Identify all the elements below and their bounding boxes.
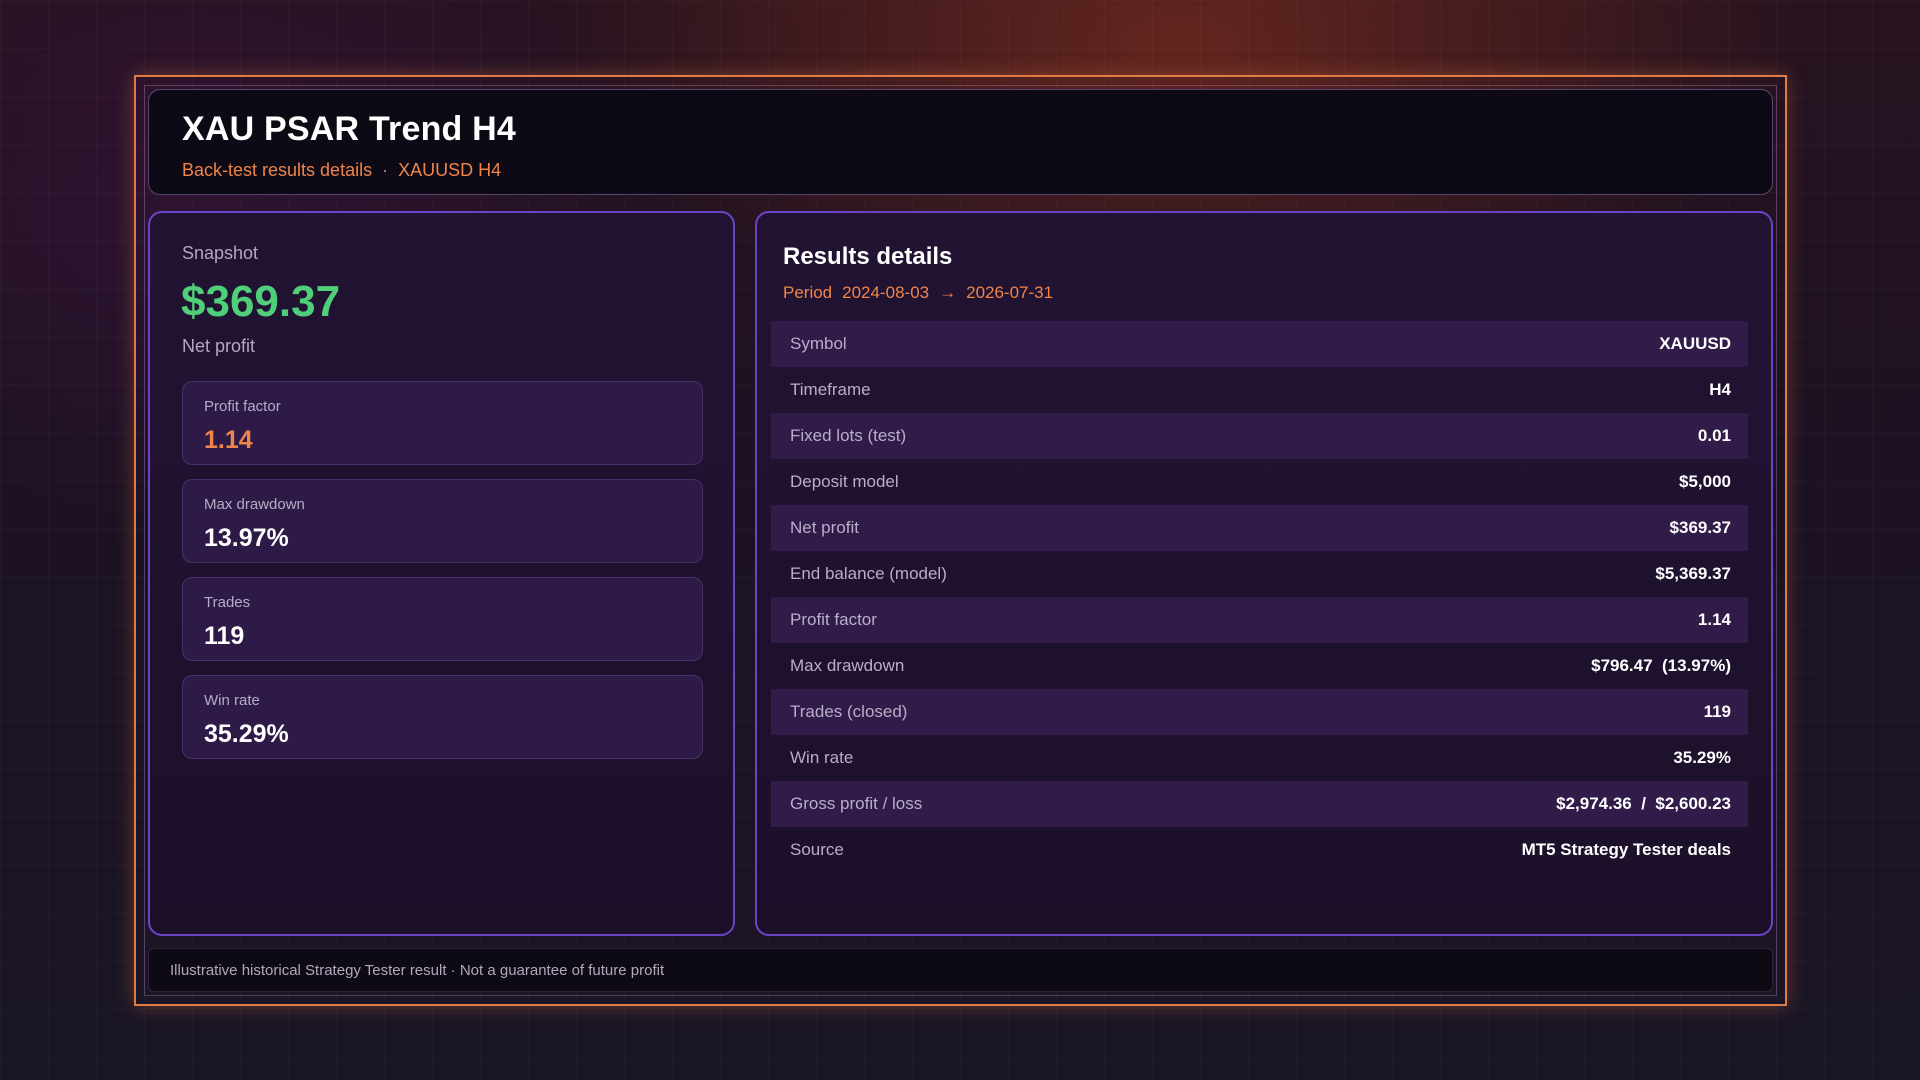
subtitle-separator: · <box>382 160 389 180</box>
table-row: Net profit $369.37 <box>771 505 1748 551</box>
period-start: 2024-08-03 <box>842 283 930 302</box>
table-row: Profit factor 1.14 <box>771 597 1748 643</box>
metric-label: Trades <box>204 594 251 611</box>
row-key: Trades (closed) <box>790 702 908 721</box>
table-row: Symbol XAUUSD <box>771 321 1748 367</box>
row-value: $2,974.36 / $2,600.23 <box>1556 794 1731 813</box>
metric-label: Win rate <box>204 692 260 709</box>
row-key: Gross profit / loss <box>790 794 923 813</box>
metric-card-trades: Trades 119 <box>182 577 703 661</box>
subtitle-symbol: XAUUSD H4 <box>398 160 502 180</box>
row-value: MT5 Strategy Tester deals <box>1521 840 1731 859</box>
period-label: Period <box>783 283 833 302</box>
row-value: 1.14 <box>1697 610 1731 629</box>
row-key: Fixed lots (test) <box>790 426 907 445</box>
period-range: Period 2024-08-03 → 2026-07-31 <box>783 283 1063 303</box>
row-value: $5,369.37 <box>1655 564 1731 583</box>
table-row: Trades (closed) 119 <box>771 689 1748 735</box>
results-panel: Results details Period 2024-08-03 → 2026-07… <box>755 211 1773 936</box>
period-end: 2026-07-31 <box>966 283 1054 302</box>
row-key: Source <box>790 840 844 859</box>
table-row: Source MT5 Strategy Tester deals <box>771 827 1748 873</box>
subtitle-description: Back-test results details <box>182 160 373 180</box>
table-row: End balance (model) $5,369.37 <box>771 551 1748 597</box>
metric-value: 35.29% <box>204 720 289 748</box>
row-value: 35.29% <box>1673 748 1731 767</box>
metric-value: 119 <box>204 622 245 650</box>
arrow-right-icon: → <box>939 283 957 302</box>
metric-card-profit-factor: Profit factor 1.14 <box>182 381 703 465</box>
row-value: $5,000 <box>1679 472 1731 491</box>
row-value: XAUUSD <box>1659 334 1731 353</box>
metric-card-max-drawdown: Max drawdown 13.97% <box>182 479 703 563</box>
metric-label: Max drawdown <box>204 496 305 513</box>
table-row: Fixed lots (test) 0.01 <box>771 413 1748 459</box>
row-key: Timeframe <box>790 380 871 399</box>
row-key: Win rate <box>790 748 854 767</box>
metric-card-win-rate: Win rate 35.29% <box>182 675 703 759</box>
disclaimer-bar: Illustrative historical Strategy Tester … <box>148 948 1773 992</box>
table-row: Deposit model $5,000 <box>771 459 1748 505</box>
row-key: Profit factor <box>790 610 877 629</box>
results-table: Symbol XAUUSD Timeframe H4 Fixed lots (tes… <box>771 321 1748 873</box>
metric-label: Profit factor <box>204 398 281 415</box>
table-row: Max drawdown $796.47 (13.97%) <box>771 643 1748 689</box>
page-title: XAU PSAR Trend H4 <box>182 110 517 148</box>
row-value: $369.37 <box>1669 518 1731 537</box>
row-value: 119 <box>1703 702 1731 721</box>
header-card: XAU PSAR Trend H4 Back-test results deta… <box>148 89 1773 195</box>
row-key: Max drawdown <box>790 656 905 675</box>
row-key: Deposit model <box>790 472 899 491</box>
snapshot-label: Snapshot <box>182 243 259 263</box>
net-profit-caption: Net profit <box>182 336 256 356</box>
row-key: Net profit <box>790 518 859 537</box>
disclaimer-text: Illustrative historical Strategy Tester … <box>170 962 665 979</box>
row-value: $796.47 (13.97%) <box>1591 656 1731 675</box>
row-key: Symbol <box>790 334 847 353</box>
row-key: End balance (model) <box>790 564 947 583</box>
row-value: H4 <box>1709 380 1731 399</box>
table-row: Gross profit / loss $2,974.36 / $2,600.23 <box>771 781 1748 827</box>
snapshot-panel: Snapshot $369.37 Net profit Profit facto… <box>148 211 735 936</box>
net-profit-value: $369.37 <box>181 277 341 326</box>
table-row: Timeframe H4 <box>771 367 1748 413</box>
results-title: Results details <box>783 243 953 270</box>
row-value: 0.01 <box>1697 426 1731 445</box>
page-subtitle: Back-test results details · XAUUSD H4 <box>182 160 501 181</box>
metric-value: 1.14 <box>204 426 253 454</box>
metric-value: 13.97% <box>204 524 289 552</box>
table-row: Win rate 35.29% <box>771 735 1748 781</box>
